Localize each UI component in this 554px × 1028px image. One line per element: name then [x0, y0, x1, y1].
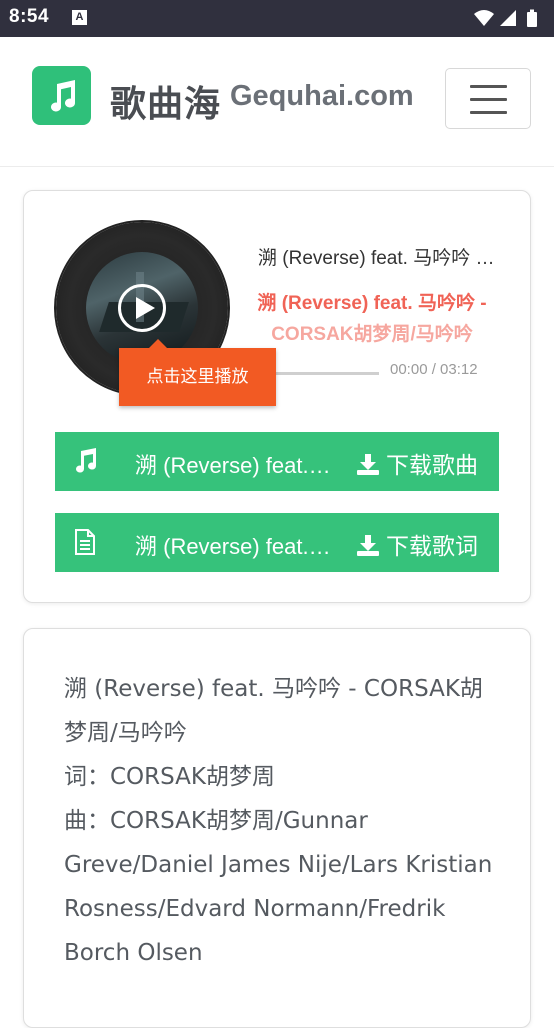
- play-tooltip[interactable]: 点击这里播放: [119, 339, 276, 406]
- menu-button[interactable]: [445, 68, 531, 129]
- download-lyric-name: 溯 (Reverse) feat. 马吟吟 - CORSAK胡梦周/马吟吟: [135, 534, 335, 559]
- battery-icon: [527, 9, 537, 27]
- document-icon: [75, 529, 95, 555]
- site-name-en[interactable]: Gequhai.com: [230, 80, 414, 113]
- hamburger-line: [470, 111, 507, 114]
- wifi-icon: [474, 10, 494, 26]
- hamburger-line: [470, 98, 507, 101]
- download-lyric-action: 下载歌词: [356, 527, 478, 561]
- site-header: 歌曲海 Gequhai.com: [0, 37, 554, 167]
- download-icon: [357, 535, 379, 556]
- progress-bar[interactable]: [274, 372, 379, 375]
- lyrics-card: 溯 (Reverse) feat. 马吟吟 - CORSAK胡梦周/马吟吟 词：…: [23, 628, 531, 1028]
- download-song-name: 溯 (Reverse) feat. 马吟吟 - CORSAK胡梦周/马吟吟: [135, 453, 335, 478]
- download-lyric-button[interactable]: 溯 (Reverse) feat. 马吟吟 - CORSAK胡梦周/马吟吟 下载…: [55, 513, 499, 572]
- song-title: 溯 (Reverse) feat. 马吟吟 - CORSAK胡梦周/马吟吟: [258, 248, 498, 269]
- player-card: 溯 (Reverse) feat. 马吟吟 - CORSAK胡梦周/马吟吟 溯 …: [23, 190, 531, 603]
- lyric-line: 溯 (Reverse) feat. 马吟吟 -: [257, 293, 487, 314]
- lyric-line: CORSAK胡梦周/马吟吟: [271, 324, 473, 345]
- status-time: 8:54: [9, 6, 50, 27]
- site-logo[interactable]: [32, 66, 91, 125]
- lyrics-line: 溯 (Reverse) feat. 马吟吟 - CORSAK胡梦周/马吟吟: [64, 676, 483, 746]
- music-note-icon: [51, 80, 76, 112]
- lyrics-text: 溯 (Reverse) feat. 马吟吟 - CORSAK胡梦周/马吟吟 词：…: [64, 667, 494, 975]
- music-note-icon: [76, 448, 96, 473]
- download-song-button[interactable]: 溯 (Reverse) feat. 马吟吟 - CORSAK胡梦周/马吟吟 下载…: [55, 432, 499, 491]
- status-icons: [472, 8, 542, 28]
- lyrics-line: 词：CORSAK胡梦周: [64, 764, 275, 790]
- download-lyric-label: 下载歌词: [386, 534, 478, 560]
- hamburger-menu-icon: [470, 85, 507, 88]
- download-song-label: 下载歌曲: [386, 453, 478, 479]
- download-icon: [357, 454, 379, 475]
- site-name-cn[interactable]: 歌曲海: [110, 75, 221, 127]
- play-icon[interactable]: [118, 284, 166, 332]
- lyrics-line: 曲：CORSAK胡梦周/Gunnar Greve/Daniel James Ni…: [64, 808, 493, 966]
- signal-icon: [500, 10, 516, 26]
- status-bar: 8:54 A: [0, 0, 554, 37]
- current-lyric: 溯 (Reverse) feat. 马吟吟 - CORSAK胡梦周/马吟吟: [234, 288, 510, 350]
- notification-icon: A: [72, 10, 87, 25]
- download-song-action: 下载歌曲: [356, 446, 478, 480]
- play-time: 00:00 / 03:12: [390, 361, 478, 378]
